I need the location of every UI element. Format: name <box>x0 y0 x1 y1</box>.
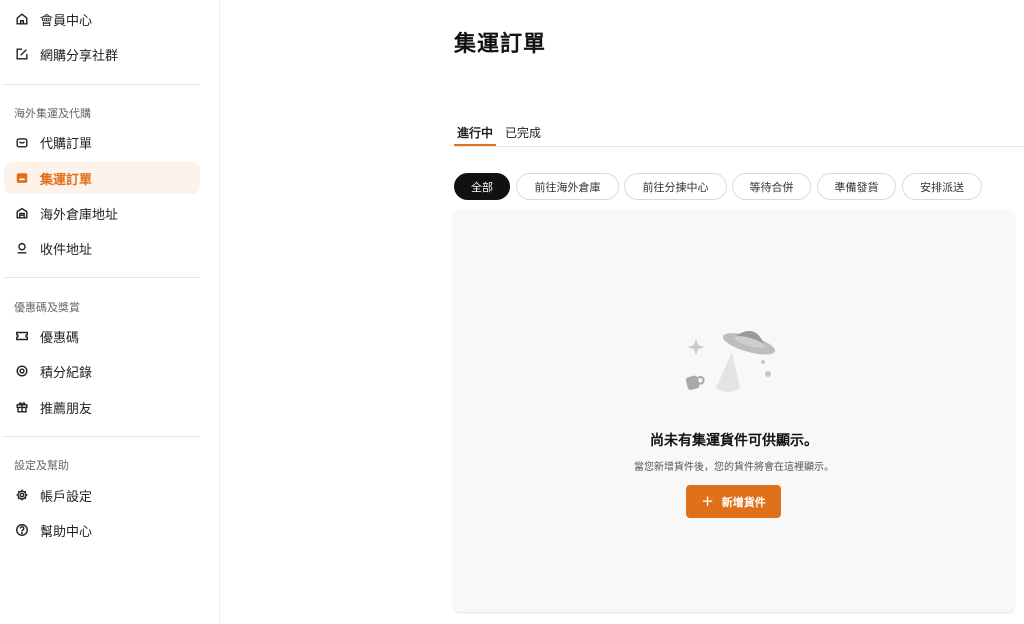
plus-icon: + <box>701 492 714 510</box>
sidebar-item-warehouse-address[interactable]: 海外倉庫地址 <box>4 197 200 229</box>
tab-completed[interactable]: 已完成 <box>502 124 544 146</box>
tabs-divider <box>454 146 1024 147</box>
shipments-panel: 尚未有集運貨件可供顯示。 當您新增貨件後，您的貨件將會在這裡顯示。 + 新增貨件 <box>454 210 1014 612</box>
filter-chip-to-warehouse[interactable]: 前往海外倉庫 <box>516 173 619 200</box>
sidebar-item-label: 集運訂單 <box>40 172 93 188</box>
tab-in-progress[interactable]: 進行中 <box>454 124 497 146</box>
filter-chip-arranging-delivery[interactable]: 安排派送 <box>902 173 982 200</box>
add-shipment-label: 新增貨件 <box>721 495 766 509</box>
sidebar-item-receiving-address[interactable]: 收件地址 <box>4 232 200 264</box>
shopping-bag-icon <box>15 135 29 149</box>
home-icon <box>15 12 29 26</box>
gift-icon <box>15 400 29 414</box>
sidebar-divider <box>4 277 200 278</box>
filter-chip-preparing-shipment[interactable]: 準備發貨 <box>817 173 896 200</box>
sidebar-divider <box>4 436 200 437</box>
sidebar-item-label: 代購訂單 <box>40 136 93 152</box>
filter-chip-all[interactable]: 全部 <box>454 173 510 200</box>
sidebar-item-referral[interactable]: 推薦朋友 <box>4 391 200 423</box>
filter-chip-to-sorting-center[interactable]: 前往分揀中心 <box>624 173 727 200</box>
page-title: 集運訂單 <box>454 32 547 57</box>
package-icon <box>15 171 29 185</box>
empty-state-subtitle: 當您新增貨件後，您的貨件將會在這裡顯示。 <box>634 462 834 473</box>
ufo-icon <box>682 314 786 400</box>
sidebar: 會員中心 網購分享社群 海外集運及代購 代購訂單 集運訂單 海外倉庫地址 收件地… <box>0 0 220 624</box>
sidebar-item-purchase-orders[interactable]: 代購訂單 <box>4 126 200 158</box>
gear-icon <box>15 488 29 502</box>
sidebar-item-label: 網購分享社群 <box>40 48 119 64</box>
section-label-shipping: 海外集運及代購 <box>14 107 91 120</box>
sidebar-divider <box>4 84 200 85</box>
sidebar-item-shipping-orders[interactable]: 集運訂單 <box>4 162 200 194</box>
sidebar-item-label: 海外倉庫地址 <box>40 207 119 223</box>
empty-state-title: 尚未有集運貨件可供顯示。 <box>650 433 818 449</box>
sidebar-item-help-center[interactable]: 幫助中心 <box>4 514 200 546</box>
add-shipment-button[interactable]: + 新增貨件 <box>686 485 781 518</box>
edit-icon <box>15 47 29 61</box>
points-icon <box>15 364 29 378</box>
filter-chip-awaiting-merge[interactable]: 等待合併 <box>732 173 811 200</box>
sidebar-item-label: 會員中心 <box>40 13 93 29</box>
sidebar-item-points[interactable]: 積分紀錄 <box>4 355 200 387</box>
sidebar-item-label: 帳戶設定 <box>40 489 93 505</box>
help-icon <box>15 523 29 537</box>
warehouse-icon <box>15 206 29 220</box>
sidebar-item-label: 推薦朋友 <box>40 401 93 417</box>
location-pin-icon <box>15 241 29 255</box>
section-label-rewards: 優惠碼及獎賞 <box>14 301 80 314</box>
section-label-settings: 設定及幫助 <box>14 459 69 472</box>
sidebar-item-coupons[interactable]: 優惠碼 <box>4 320 200 352</box>
sidebar-item-label: 收件地址 <box>40 242 93 258</box>
ticket-icon <box>15 329 29 343</box>
sidebar-item-account-settings[interactable]: 帳戶設定 <box>4 479 200 511</box>
sidebar-item-label: 積分紀錄 <box>40 365 93 381</box>
sidebar-item-label: 優惠碼 <box>40 330 80 346</box>
sidebar-item-member-center[interactable]: 會員中心 <box>4 3 200 35</box>
sidebar-item-label: 幫助中心 <box>40 524 93 540</box>
sidebar-item-community[interactable]: 網購分享社群 <box>4 38 200 70</box>
